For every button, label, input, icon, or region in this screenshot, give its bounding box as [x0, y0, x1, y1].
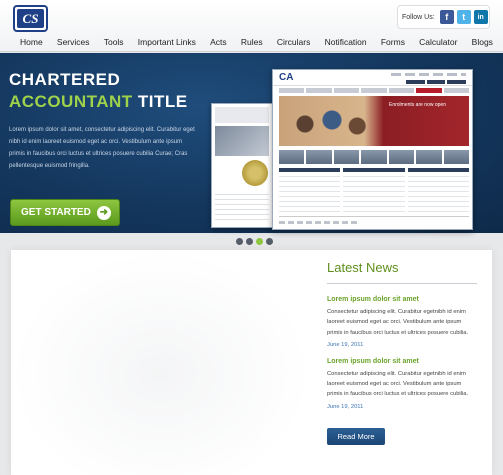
mock-image [215, 126, 269, 156]
mock-logo: CA [279, 72, 294, 83]
carousel-dot[interactable] [266, 238, 273, 245]
follow-us-box: Follow Us: f t in [397, 5, 490, 29]
site-logo[interactable]: CS [13, 5, 48, 32]
nav-calculator[interactable]: Calculator [419, 37, 457, 47]
mock-badge [242, 160, 268, 186]
nav-acts[interactable]: Acts [210, 37, 227, 47]
news-item-date: June 19, 2011 [327, 403, 364, 410]
hero-title-white: TITLE [137, 92, 188, 111]
hero-description: Lorem ipsum dolor sit amet, consectetur … [9, 127, 195, 169]
nav-circulars[interactable]: Circulars [277, 37, 311, 47]
follow-label: Follow Us: [402, 13, 435, 21]
get-started-button[interactable]: GET STARTED ➜ [10, 199, 120, 226]
news-item: Lorem ipsum dolor sit amet Consectetur a… [327, 296, 477, 348]
main-nav: Home Services Tools Important Links Acts… [0, 33, 503, 51]
content-panel: Latest News Lorem ipsum dolor sit amet C… [11, 250, 492, 475]
carousel-dot-active[interactable] [256, 238, 263, 245]
blurred-feature-area [11, 250, 311, 475]
carousel-dots [236, 238, 273, 245]
nav-tools[interactable]: Tools [104, 37, 124, 47]
news-item-body: Consectetur adipiscing elit. Curabitur e… [327, 309, 469, 336]
news-item-body: Consectetur adipiscing elit. Curabitur e… [327, 370, 469, 398]
get-started-label: GET STARTED [21, 207, 91, 218]
news-item-title[interactable]: Lorem ipsum dolor sit amet [327, 358, 477, 365]
mock-nav [279, 88, 469, 93]
news-item-title[interactable]: Lorem ipsum dolor sit amet [327, 296, 477, 303]
twitter-icon[interactable]: t [456, 10, 471, 24]
nav-notification[interactable]: Notification [325, 37, 367, 47]
nav-services[interactable]: Services [57, 37, 90, 47]
mock-footer [279, 216, 469, 226]
mock-banner-text: Enrolments are now open [389, 102, 446, 108]
arrow-right-icon: ➜ [96, 205, 111, 220]
news-item: Lorem ipsum dolor sit amet Consectetur a… [327, 358, 477, 410]
mock-page-secondary [211, 103, 273, 228]
mock-text-lines [215, 190, 269, 224]
hero-title-accent: ACCOUNTANT [9, 92, 133, 111]
mock-links [391, 73, 466, 76]
mock-header [215, 107, 269, 123]
mock-columns [279, 168, 469, 212]
mock-page-preview: CA Enrolments are now open [272, 69, 473, 230]
hero-title-line2: ACCOUNTANT TITLE [9, 92, 188, 112]
news-heading: Latest News [327, 260, 477, 284]
facebook-icon[interactable]: f [439, 10, 454, 24]
latest-news: Latest News Lorem ipsum dolor sit amet C… [327, 260, 477, 445]
linkedin-icon[interactable]: in [473, 10, 488, 24]
nav-blogs[interactable]: Blogs [472, 37, 493, 47]
logo-mark: CS [17, 9, 44, 28]
mock-thumbnails [279, 150, 469, 164]
news-item-date: June 19, 2011 [327, 341, 364, 348]
carousel-dot[interactable] [246, 238, 253, 245]
mock-banner: Enrolments are now open [279, 96, 469, 146]
mock-buttons [406, 80, 467, 84]
mock-people-photo [287, 104, 377, 144]
mock-topbar: CA [273, 70, 472, 86]
nav-rules[interactable]: Rules [241, 37, 263, 47]
read-more-button[interactable]: Read More [327, 427, 385, 445]
nav-important-links[interactable]: Important Links [138, 37, 196, 47]
carousel-dot[interactable] [236, 238, 243, 245]
site-header: CS Follow Us: f t in Home Services Tools… [0, 0, 503, 52]
nav-forms[interactable]: Forms [381, 37, 405, 47]
nav-home[interactable]: Home [20, 37, 43, 47]
hero-title-line1: CHARTERED [9, 70, 121, 89]
